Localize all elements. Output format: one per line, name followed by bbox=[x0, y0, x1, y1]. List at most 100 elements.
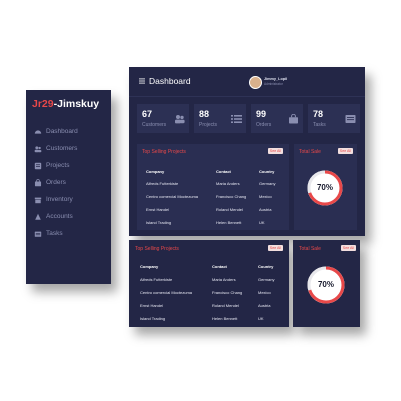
table-cell: Roland Mendel bbox=[212, 303, 239, 308]
table-cell: Francisco Chang bbox=[212, 290, 243, 295]
table-cell: Helen Bennett bbox=[216, 220, 242, 225]
sale-progress-ring: 70% bbox=[305, 264, 347, 306]
stat-card-tasks[interactable]: 78 Tasks bbox=[308, 104, 360, 133]
column-header: Country bbox=[258, 264, 274, 269]
stat-value: 88 bbox=[199, 109, 210, 119]
column-header: Contact bbox=[212, 264, 227, 269]
stat-value: 78 bbox=[313, 109, 324, 119]
stat-label: Orders bbox=[256, 122, 272, 128]
sidebar-item-projects[interactable]: Projects bbox=[34, 157, 78, 174]
table-row[interactable]: Alfreds Futterkiste Maria Anders Germany bbox=[146, 177, 284, 190]
users-icon bbox=[34, 145, 42, 152]
sidebar-item-orders[interactable]: Orders bbox=[34, 174, 78, 191]
user-icon bbox=[35, 213, 41, 220]
stat-label: Tasks bbox=[313, 122, 326, 128]
shopping-bag-icon bbox=[289, 114, 298, 124]
see-all-button[interactable]: See All bbox=[267, 245, 283, 251]
stat-card-orders[interactable]: 99 Orders bbox=[251, 104, 303, 133]
total-sale-panel-narrow: Total Sale See All 70% bbox=[293, 240, 360, 327]
table-cell: Maria Anders bbox=[212, 277, 236, 282]
sale-percent: 70% bbox=[317, 280, 334, 289]
user-role: Administrator bbox=[264, 82, 283, 86]
stat-value: 99 bbox=[256, 109, 267, 119]
table-cell: Alfreds Futterkiste bbox=[146, 181, 179, 186]
see-all-button[interactable]: See All bbox=[267, 148, 283, 154]
column-header: Contact bbox=[216, 168, 231, 174]
stat-label: Projects bbox=[199, 122, 218, 128]
table-cell: UK bbox=[258, 316, 264, 321]
table-row[interactable]: Centro comercial Moctezuma Francisco Cha… bbox=[140, 286, 285, 299]
projects-table: Company Contact Country Alfreds Futterki… bbox=[140, 260, 285, 325]
tasks-icon bbox=[34, 231, 42, 237]
dashboard-icon bbox=[34, 129, 42, 134]
table-cell: Germany bbox=[259, 181, 276, 186]
table-cell: Germany bbox=[258, 277, 275, 282]
table-row[interactable]: Alfreds Futterkiste Maria Anders Germany bbox=[140, 273, 285, 286]
sidebar-item-inventory[interactable]: Inventory bbox=[34, 191, 78, 208]
sidebar-nav: Dashboard Customers Projects Orders Inve… bbox=[34, 123, 78, 242]
column-header: Country bbox=[259, 168, 275, 174]
sale-percent: 70% bbox=[316, 183, 333, 192]
total-sale-card: Total Sale See All 70% bbox=[294, 144, 357, 230]
shopping-bag-icon bbox=[34, 178, 42, 186]
table-cell: Island Trading bbox=[140, 316, 166, 321]
sidebar-item-label: Customers bbox=[46, 145, 78, 152]
card-title: Top Selling Projects bbox=[142, 149, 186, 155]
table-cell: UK bbox=[259, 220, 265, 225]
brand-logo[interactable]: Jr29-Jimskuy bbox=[32, 98, 99, 110]
table-row[interactable]: Island Trading Helen Bennett UK bbox=[140, 312, 285, 325]
top-projects-panel-wide: Top Selling Projects See All Company Con… bbox=[129, 240, 289, 327]
see-all-button[interactable]: See All bbox=[337, 148, 353, 154]
table-cell: Austria bbox=[259, 207, 272, 212]
table-cell: Helen Bennett bbox=[212, 316, 238, 321]
table-row[interactable]: Island Trading Helen Bennett UK bbox=[146, 216, 284, 229]
avatar[interactable] bbox=[249, 76, 262, 89]
projects-table: Company Contact Country Alfreds Futterki… bbox=[146, 165, 284, 229]
card-title: Total Sale bbox=[299, 246, 321, 252]
sidebar-item-accounts[interactable]: Accounts bbox=[34, 208, 78, 225]
sidebar-item-tasks[interactable]: Tasks bbox=[34, 225, 78, 242]
card-title: Top Selling Projects bbox=[135, 246, 179, 252]
table-row[interactable]: Ernst Handel Roland Mendel Austria bbox=[140, 299, 285, 312]
table-cell: Maria Anders bbox=[216, 181, 240, 186]
table-cell: Roland Mendel bbox=[216, 207, 243, 212]
table-cell: Centro comercial Moctezuma bbox=[140, 290, 193, 295]
stat-value: 67 bbox=[142, 109, 153, 119]
table-cell: Francisco Chang bbox=[216, 194, 247, 199]
list-icon bbox=[231, 115, 242, 123]
sidebar-item-dashboard[interactable]: Dashboard bbox=[34, 123, 78, 140]
dashboard-panel: Dashboard Jimmy_Lopil Administrator 67 C… bbox=[129, 67, 365, 236]
sidebar-item-label: Orders bbox=[46, 179, 66, 186]
table-row[interactable]: Centro comercial Moctezuma Francisco Cha… bbox=[146, 190, 284, 203]
brand-prefix: Jr29 bbox=[32, 98, 54, 110]
page-title: Dashboard bbox=[149, 76, 191, 86]
table-cell: Ernst Handel bbox=[140, 303, 164, 308]
user-name: Jimmy_Lopil bbox=[264, 77, 288, 81]
card-title: Total Sale bbox=[299, 149, 321, 155]
sidebar-item-label: Projects bbox=[46, 162, 70, 169]
table-row[interactable]: Ernst Handel Roland Mendel Austria bbox=[146, 203, 284, 216]
brand-suffix: Jimskuy bbox=[57, 98, 100, 110]
table-cell: Alfreds Futterkiste bbox=[140, 277, 173, 282]
clipboard-icon bbox=[34, 162, 42, 169]
topbar: Dashboard Jimmy_Lopil Administrator bbox=[129, 67, 365, 97]
menu-icon[interactable] bbox=[139, 78, 145, 84]
column-header: Company bbox=[146, 168, 165, 174]
table-cell: Centro comercial Moctezuma bbox=[146, 194, 199, 199]
table-cell: Ernst Handel bbox=[146, 207, 170, 212]
table-cell: Island Trading bbox=[146, 220, 172, 225]
top-projects-card: Top Selling Projects See All Company Con… bbox=[137, 144, 289, 230]
table-cell: Mexico bbox=[259, 194, 272, 199]
see-all-button[interactable]: See All bbox=[340, 245, 356, 251]
sidebar-item-customers[interactable]: Customers bbox=[34, 140, 78, 157]
table-cell: Austria bbox=[258, 303, 271, 308]
sidebar-item-label: Dashboard bbox=[46, 128, 78, 135]
sidebar-item-label: Tasks bbox=[46, 230, 63, 237]
tasks-icon bbox=[345, 115, 356, 123]
sidebar-item-label: Accounts bbox=[46, 213, 73, 220]
sidebar: Jr29-Jimskuy Dashboard Customers Project… bbox=[26, 90, 111, 284]
inventory-box-icon bbox=[34, 197, 42, 203]
stat-card-projects[interactable]: 88 Projects bbox=[194, 104, 246, 133]
stat-card-customers[interactable]: 67 Customers bbox=[137, 104, 189, 133]
stat-label: Customers bbox=[142, 122, 167, 128]
